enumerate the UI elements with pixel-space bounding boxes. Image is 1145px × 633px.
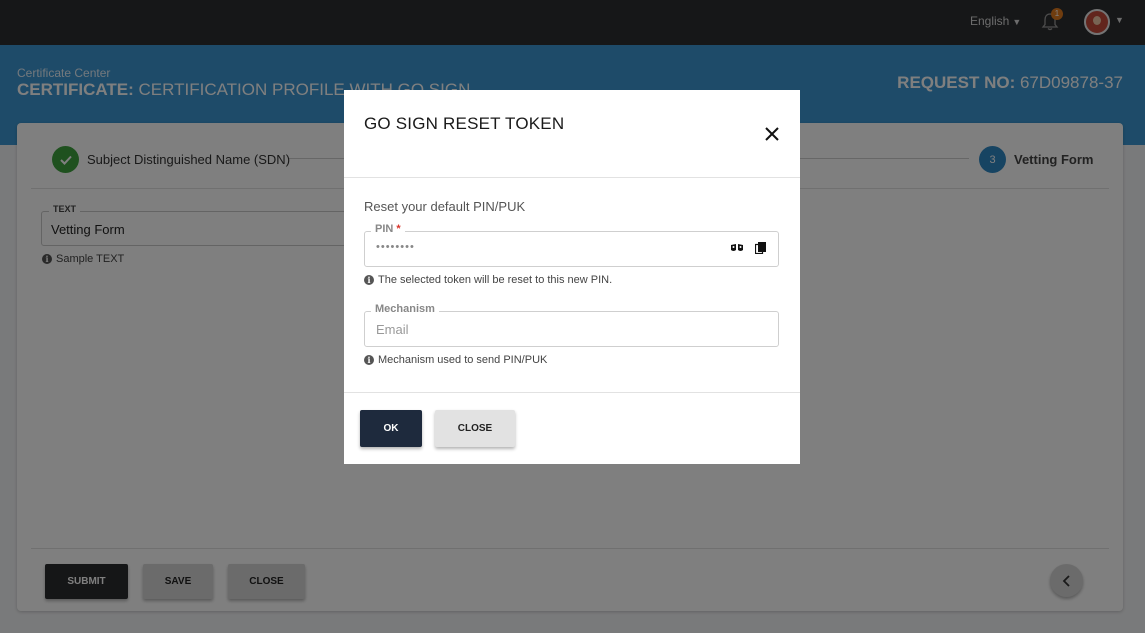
ok-button[interactable]: OK	[360, 410, 422, 447]
pin-label-text: PIN	[375, 223, 394, 235]
mechanism-hint: i Mechanism used to send PIN/PUK	[364, 354, 547, 366]
pin-hint: i The selected token will be reset to th…	[364, 274, 612, 286]
divider	[344, 177, 800, 178]
mechanism-field	[364, 311, 779, 347]
info-icon: i	[364, 355, 374, 365]
divider	[344, 392, 800, 393]
eye-icon[interactable]	[730, 242, 744, 254]
info-icon: i	[364, 275, 374, 285]
mechanism-label: Mechanism	[371, 303, 439, 315]
dialog-close-button[interactable]: CLOSE	[435, 410, 515, 447]
pin-input[interactable]	[364, 231, 779, 267]
pin-label: PIN *	[371, 223, 405, 235]
copy-icon[interactable]	[755, 242, 766, 254]
mechanism-hint-text: Mechanism used to send PIN/PUK	[378, 354, 548, 366]
dialog-subtitle: Reset your default PIN/PUK	[364, 199, 526, 214]
dialog-title: GO SIGN RESET TOKEN	[364, 114, 565, 133]
pin-value: ••••••••	[376, 241, 415, 253]
required-mark: *	[396, 223, 401, 235]
mechanism-value: Email	[376, 322, 409, 337]
pin-hint-text: The selected token will be reset to this…	[378, 274, 613, 286]
reset-token-dialog: GO SIGN RESET TOKEN Reset your default P…	[344, 90, 800, 464]
close-icon[interactable]	[764, 126, 780, 142]
